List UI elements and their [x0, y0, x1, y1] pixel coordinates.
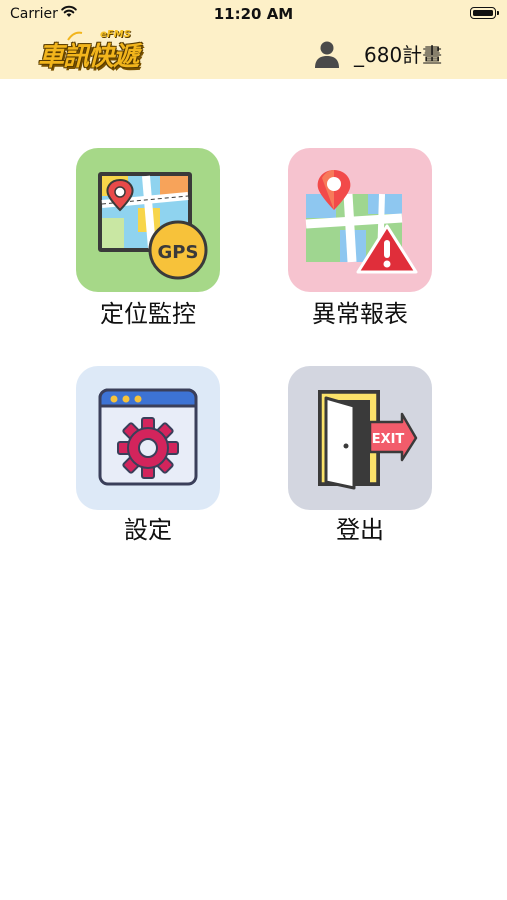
app-logo: eFMS 車訊快遞 [36, 29, 170, 72]
exit-door-icon: EXIT [318, 390, 418, 490]
menu-item-abnormal-report-tile[interactable] [288, 148, 432, 292]
settings-window-icon [98, 388, 198, 486]
menu-item-label: 異常報表 [312, 300, 408, 328]
svg-text:EXIT: EXIT [372, 432, 405, 447]
menu-item-settings-tile[interactable] [76, 366, 220, 510]
status-bar: Carrier 11:20 AM [0, 0, 507, 28]
menu-item-logout-tile[interactable]: EXIT [288, 366, 432, 510]
user-name: _680計畫 [354, 43, 443, 67]
header-bar: Carrier 11:20 AM eFMS 車訊快遞 _680計畫 [0, 0, 507, 79]
user-icon [315, 41, 339, 68]
gps-map-icon: GPS [98, 172, 208, 280]
status-time: 11:20 AM [213, 5, 294, 23]
menu-item-label: 定位監控 [100, 300, 196, 328]
menu-item-logout[interactable]: EXIT 登出 [288, 366, 434, 544]
menu-item-label: 設定 [124, 516, 172, 544]
map-alert-icon [305, 170, 418, 274]
menu-item-gps-monitor-tile[interactable]: GPS [76, 148, 220, 292]
logo-text: 車訊快遞 [38, 42, 139, 72]
menu-item-settings[interactable]: 設定 [76, 366, 222, 544]
menu-item-gps-monitor[interactable]: GPS 定位監控 [76, 148, 222, 328]
menu-item-abnormal-report[interactable]: 異常報表 [288, 148, 434, 328]
svg-text:GPS: GPS [158, 242, 199, 263]
menu-item-label: 登出 [336, 516, 384, 544]
battery-icon [470, 7, 499, 19]
